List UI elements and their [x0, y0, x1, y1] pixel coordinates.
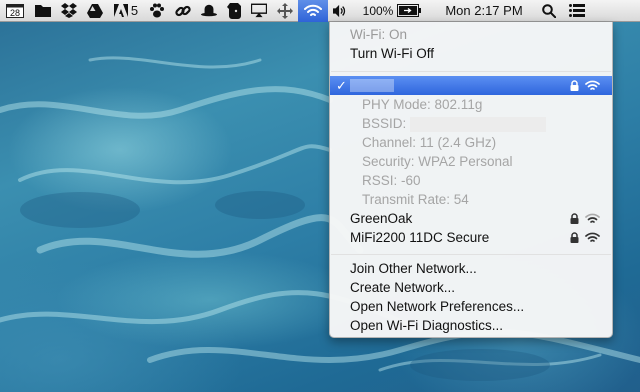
phy-mode: PHY Mode: 802.11g — [362, 97, 483, 112]
turn-wifi-off-item[interactable]: Turn Wi-Fi Off — [330, 44, 612, 63]
clock-text: Mon 2:17 PM — [445, 3, 523, 18]
redacted-network-name — [350, 79, 394, 92]
network-name: GreenOak — [350, 211, 413, 226]
rssi: RSSI: -60 — [362, 173, 421, 188]
lock-icon — [570, 80, 579, 91]
network-name: MiFi2200 11DC Secure — [350, 230, 490, 245]
wifi-signal-icon — [585, 80, 600, 90]
network-item-mifi[interactable]: MiFi2200 11DC Secure — [330, 228, 612, 247]
separator — [331, 254, 611, 255]
network-item-greenoak[interactable]: GreenOak — [330, 209, 612, 228]
calendar-icon[interactable]: 28 — [0, 0, 30, 22]
list-icon[interactable] — [562, 0, 592, 22]
join-other-network-item[interactable]: Join Other Network... — [330, 259, 612, 278]
calendar-day: 28 — [10, 8, 20, 18]
link-icon[interactable] — [170, 0, 196, 22]
lock-icon — [570, 232, 579, 243]
volume-icon[interactable] — [328, 0, 352, 22]
separator — [331, 71, 611, 72]
google-drive-icon[interactable] — [82, 0, 108, 22]
wifi-signal-icon — [585, 213, 600, 223]
adobe-badge: 5 — [130, 3, 139, 18]
paw-icon[interactable] — [144, 0, 170, 22]
spotlight-icon[interactable] — [536, 0, 562, 22]
wifi-icon[interactable] — [298, 0, 328, 22]
create-network-item[interactable]: Create Network... — [330, 278, 612, 297]
wifi-status: Wi-Fi: On — [350, 27, 407, 42]
battery-percent: 100% — [362, 3, 394, 18]
hat-icon[interactable] — [196, 0, 222, 22]
menu-bar: 28 5 100% Mon 2:17 PM — [0, 0, 640, 22]
transmit-rate: Transmit Rate: 54 — [362, 192, 469, 207]
clock[interactable]: Mon 2:17 PM — [432, 0, 536, 22]
lock-icon — [570, 213, 579, 224]
desktop: 28 5 100% Mon 2:17 PM Wi-Fi: On Turn Wi-… — [0, 0, 640, 392]
security: Security: WPA2 Personal — [362, 154, 513, 169]
open-wifi-diagnostics-item[interactable]: Open Wi-Fi Diagnostics... — [330, 316, 612, 335]
selected-network-item[interactable]: ✓ — [330, 76, 612, 95]
battery-icon — [397, 4, 422, 17]
battery-indicator[interactable]: 100% — [352, 0, 432, 22]
folder-icon[interactable] — [30, 0, 56, 22]
adobe-icon[interactable]: 5 — [108, 0, 144, 22]
airplay-icon[interactable] — [246, 0, 272, 22]
bssid: BSSID: — [330, 114, 612, 133]
dropbox-icon[interactable] — [56, 0, 82, 22]
checkmark-icon: ✓ — [336, 78, 347, 93]
evernote-icon[interactable] — [222, 0, 246, 22]
open-network-preferences-item[interactable]: Open Network Preferences... — [330, 297, 612, 316]
channel: Channel: 11 (2.4 GHz) — [362, 135, 497, 150]
wifi-signal-icon — [585, 232, 600, 242]
redacted-bssid — [410, 116, 547, 132]
move-icon[interactable] — [272, 0, 298, 22]
bssid-label: BSSID: — [362, 116, 407, 131]
wifi-menu: Wi-Fi: On Turn Wi-Fi Off ✓ PHY Mode: 802… — [329, 22, 613, 338]
